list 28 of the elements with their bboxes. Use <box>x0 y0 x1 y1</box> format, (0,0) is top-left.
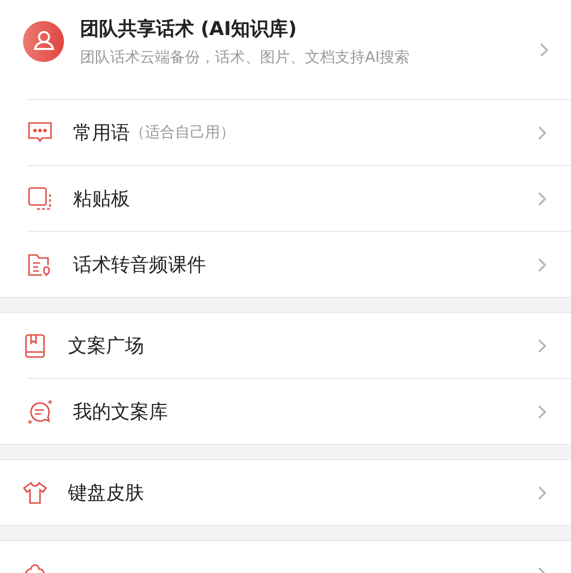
user-avatar-icon <box>23 21 64 62</box>
chevron-right-icon <box>537 404 547 420</box>
chevron-right-icon <box>539 42 549 58</box>
item-label: 话术转音频课件 <box>73 252 206 278</box>
item-label: 粘贴板 <box>73 186 130 212</box>
clipboard-icon <box>27 186 53 212</box>
item-label: 键盘皮肤 <box>68 480 144 506</box>
section-title: 团队共享话术 (AI知识库) <box>80 17 298 42</box>
chevron-right-icon <box>537 190 547 206</box>
t-shirt-icon <box>22 480 48 506</box>
section-subtitle: 团队话术云端备份，话术、图片、文档支持AI搜索 <box>80 48 411 67</box>
chevron-right-icon <box>537 124 547 140</box>
menu-item[interactable]: 我的文案库 <box>27 378 571 444</box>
audio-file-icon <box>27 252 53 278</box>
book-icon <box>22 332 48 358</box>
menu-item[interactable]: 文案广场 <box>0 313 571 378</box>
chevron-right-icon <box>537 256 547 272</box>
menu-item[interactable]: 常用语（适合自己用） <box>27 99 571 165</box>
menu-item[interactable]: 话术转音频课件 <box>27 231 571 297</box>
menu-item[interactable]: 键盘皮肤 <box>0 460 571 525</box>
menu-item[interactable]: 粘贴板 <box>27 165 571 231</box>
chevron-right-icon <box>537 484 547 500</box>
item-label: 常用语 <box>73 120 130 146</box>
chevron-right-icon <box>537 338 547 354</box>
chat-sparkle-icon <box>27 398 53 424</box>
item-label: 我的文案库 <box>73 400 168 424</box>
item-note: （适合自己用） <box>130 123 235 142</box>
item-label: 文案广场 <box>68 334 144 358</box>
